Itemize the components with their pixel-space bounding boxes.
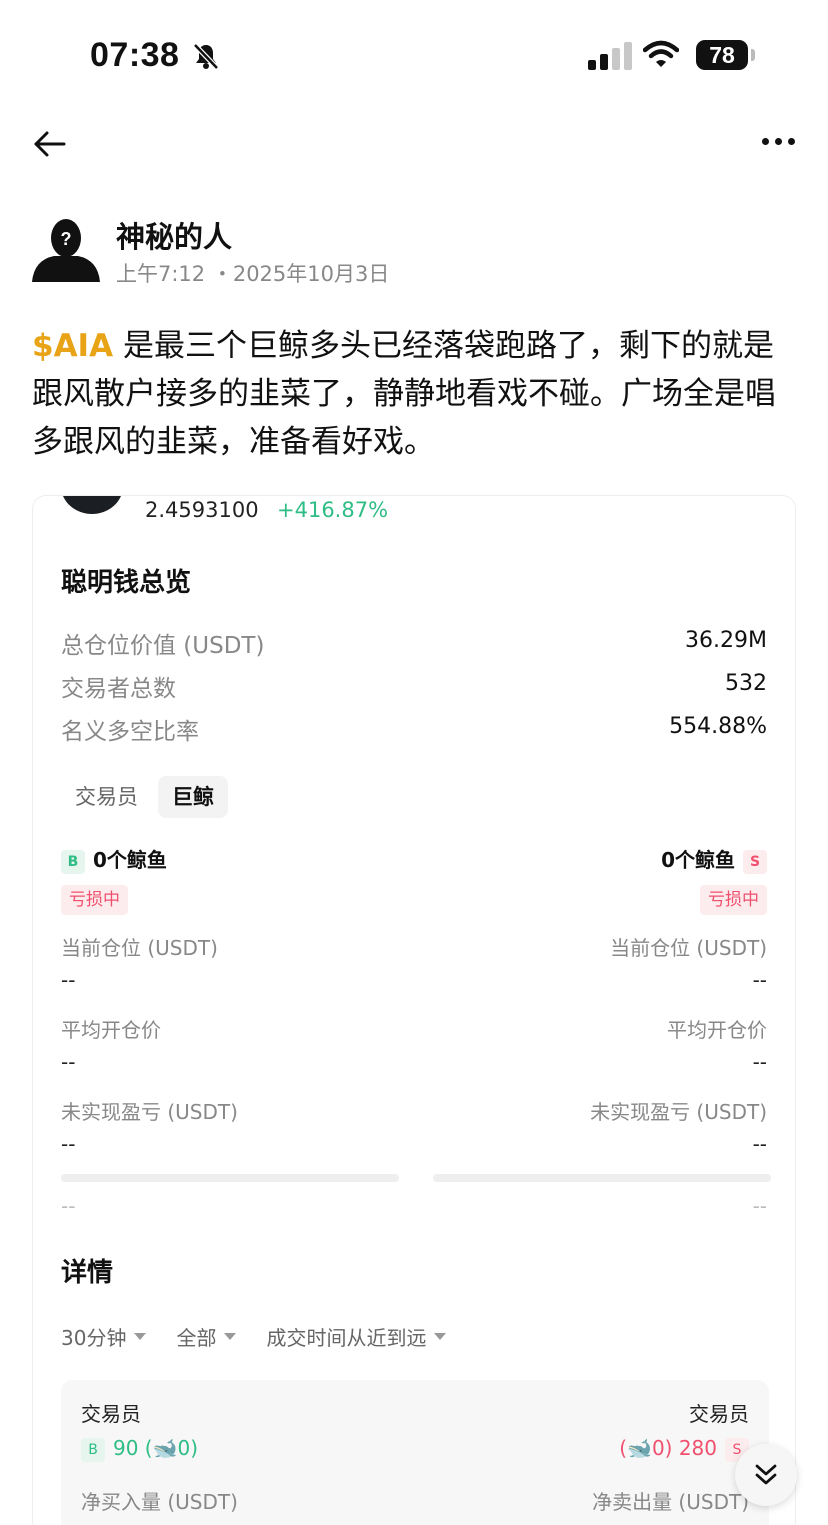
long-progress-bar	[61, 1174, 399, 1182]
detail-filters: 30分钟 全部 成交时间从近到远	[61, 1322, 447, 1351]
type-label: 全部	[176, 1326, 217, 1350]
avatar[interactable]: ?	[32, 212, 100, 282]
coin-logo	[61, 496, 123, 514]
tab-traders[interactable]: 交易员	[61, 776, 152, 818]
sell-badge: S	[743, 849, 767, 874]
overview-value-ratio: 554.88%	[669, 714, 767, 739]
coin-price: 2.4593100	[145, 498, 259, 522]
timeframe-label: 30分钟	[61, 1326, 127, 1350]
short-bar-value: --	[752, 1194, 767, 1218]
overview-value-position: 36.29M	[685, 628, 767, 653]
sell-count-text: 0) 280	[651, 1436, 717, 1460]
short-progress-bar	[433, 1174, 771, 1182]
caret-down-icon	[434, 1333, 447, 1340]
overview-label-position: 总仓位价值 (USDT)	[61, 633, 265, 659]
caret-down-icon	[134, 1333, 147, 1340]
smart-money-card[interactable]: 2.4593100 +416.87% 聪明钱总览 总仓位价值 (USDT) 36…	[32, 495, 796, 1525]
double-chevron-down-icon	[755, 1464, 777, 1485]
cashtag-link[interactable]: $AIA	[32, 328, 113, 364]
short-avg-price-value: --	[752, 1050, 767, 1074]
overview-title: 聪明钱总览	[61, 568, 192, 598]
net-sell-label: 净卖出量 (USDT)	[592, 1490, 749, 1514]
details-title: 详情	[61, 1258, 114, 1288]
battery-tip	[751, 49, 755, 61]
caret-down-icon	[224, 1333, 237, 1340]
author-name[interactable]: 神秘的人	[116, 214, 232, 256]
long-avg-price-label: 平均开仓价	[61, 1018, 161, 1042]
short-upnl-label: 未实现盈亏 (USDT)	[590, 1100, 767, 1124]
back-arrow-icon[interactable]	[32, 126, 68, 162]
net-buy-label: 净买入量 (USDT)	[81, 1490, 238, 1514]
short-status-tag: 亏损中	[700, 885, 767, 915]
sell-traders-count: (🐋0) 280 S	[619, 1436, 749, 1462]
overview-label-traders: 交易者总数	[61, 676, 176, 702]
short-count-text: 0个鲸鱼	[661, 848, 735, 872]
more-options-icon[interactable]	[762, 138, 795, 145]
short-upnl-value: --	[752, 1132, 767, 1156]
buy-traders-count: B 90 (🐋0)	[81, 1436, 198, 1462]
long-whale-count: B 0个鲸鱼	[61, 844, 167, 874]
buy-count-text: 90 (	[113, 1436, 153, 1460]
whale-icon: 🐋	[627, 1436, 652, 1460]
price-change: +416.87%	[277, 498, 389, 522]
whale-icon: 🐋	[152, 1436, 178, 1460]
cellular-signal-icon	[588, 40, 632, 70]
long-position-value: --	[61, 968, 76, 992]
short-position-label: 当前仓位 (USDT)	[610, 936, 767, 960]
long-upnl-value: --	[61, 1132, 76, 1156]
scroll-down-button[interactable]	[735, 1444, 797, 1506]
trader-type-tabs: 交易员 巨鲸	[61, 776, 228, 818]
long-upnl-label: 未实现盈亏 (USDT)	[61, 1100, 238, 1124]
buy-traders-label: 交易员	[81, 1402, 141, 1426]
long-status-tag: 亏损中	[61, 885, 128, 915]
sort-label: 成交时间从近到远	[266, 1326, 427, 1350]
sort-dropdown[interactable]: 成交时间从近到远	[266, 1322, 447, 1351]
timeframe-dropdown[interactable]: 30分钟	[61, 1322, 147, 1351]
post-text: 是最三个巨鲸多头已经落袋跑路了，剩下的就是跟风散户接多的韭菜了，静静地看戏不碰。…	[32, 328, 776, 460]
tab-whales[interactable]: 巨鲸	[158, 776, 228, 818]
buy-badge: B	[81, 1437, 105, 1462]
status-bar: 07:38 78	[0, 0, 828, 110]
post-body: $AIA 是最三个巨鲸多头已经落袋跑路了，剩下的就是跟风散户接多的韭菜了，静静地…	[32, 322, 792, 466]
battery-indicator: 78	[696, 40, 748, 70]
wifi-icon	[642, 39, 680, 73]
status-time: 07:38	[90, 36, 180, 74]
sell-whale-open: (	[619, 1436, 628, 1460]
overview-label-ratio: 名义多空比率	[61, 719, 199, 745]
type-dropdown[interactable]: 全部	[176, 1322, 237, 1351]
buy-badge: B	[61, 849, 85, 874]
trader-detail-box: 交易员 交易员 B 90 (🐋0) (🐋0) 280 S 净买入量 (USDT) 净…	[61, 1380, 769, 1525]
long-bar-value: --	[61, 1194, 76, 1218]
post-timestamp: 上午7:12 ・2025年10月3日	[116, 262, 390, 286]
overview-value-traders: 532	[725, 671, 767, 696]
short-whale-count: 0个鲸鱼 S	[661, 844, 767, 874]
svg-text:?: ?	[61, 229, 72, 249]
silent-bell-icon	[192, 42, 220, 74]
buy-whale-count: 0)	[177, 1436, 199, 1460]
short-position-value: --	[752, 968, 767, 992]
long-avg-price-value: --	[61, 1050, 76, 1074]
long-count-text: 0个鲸鱼	[93, 848, 167, 872]
sell-traders-label: 交易员	[689, 1402, 749, 1426]
long-position-label: 当前仓位 (USDT)	[61, 936, 218, 960]
short-avg-price-label: 平均开仓价	[667, 1018, 767, 1042]
